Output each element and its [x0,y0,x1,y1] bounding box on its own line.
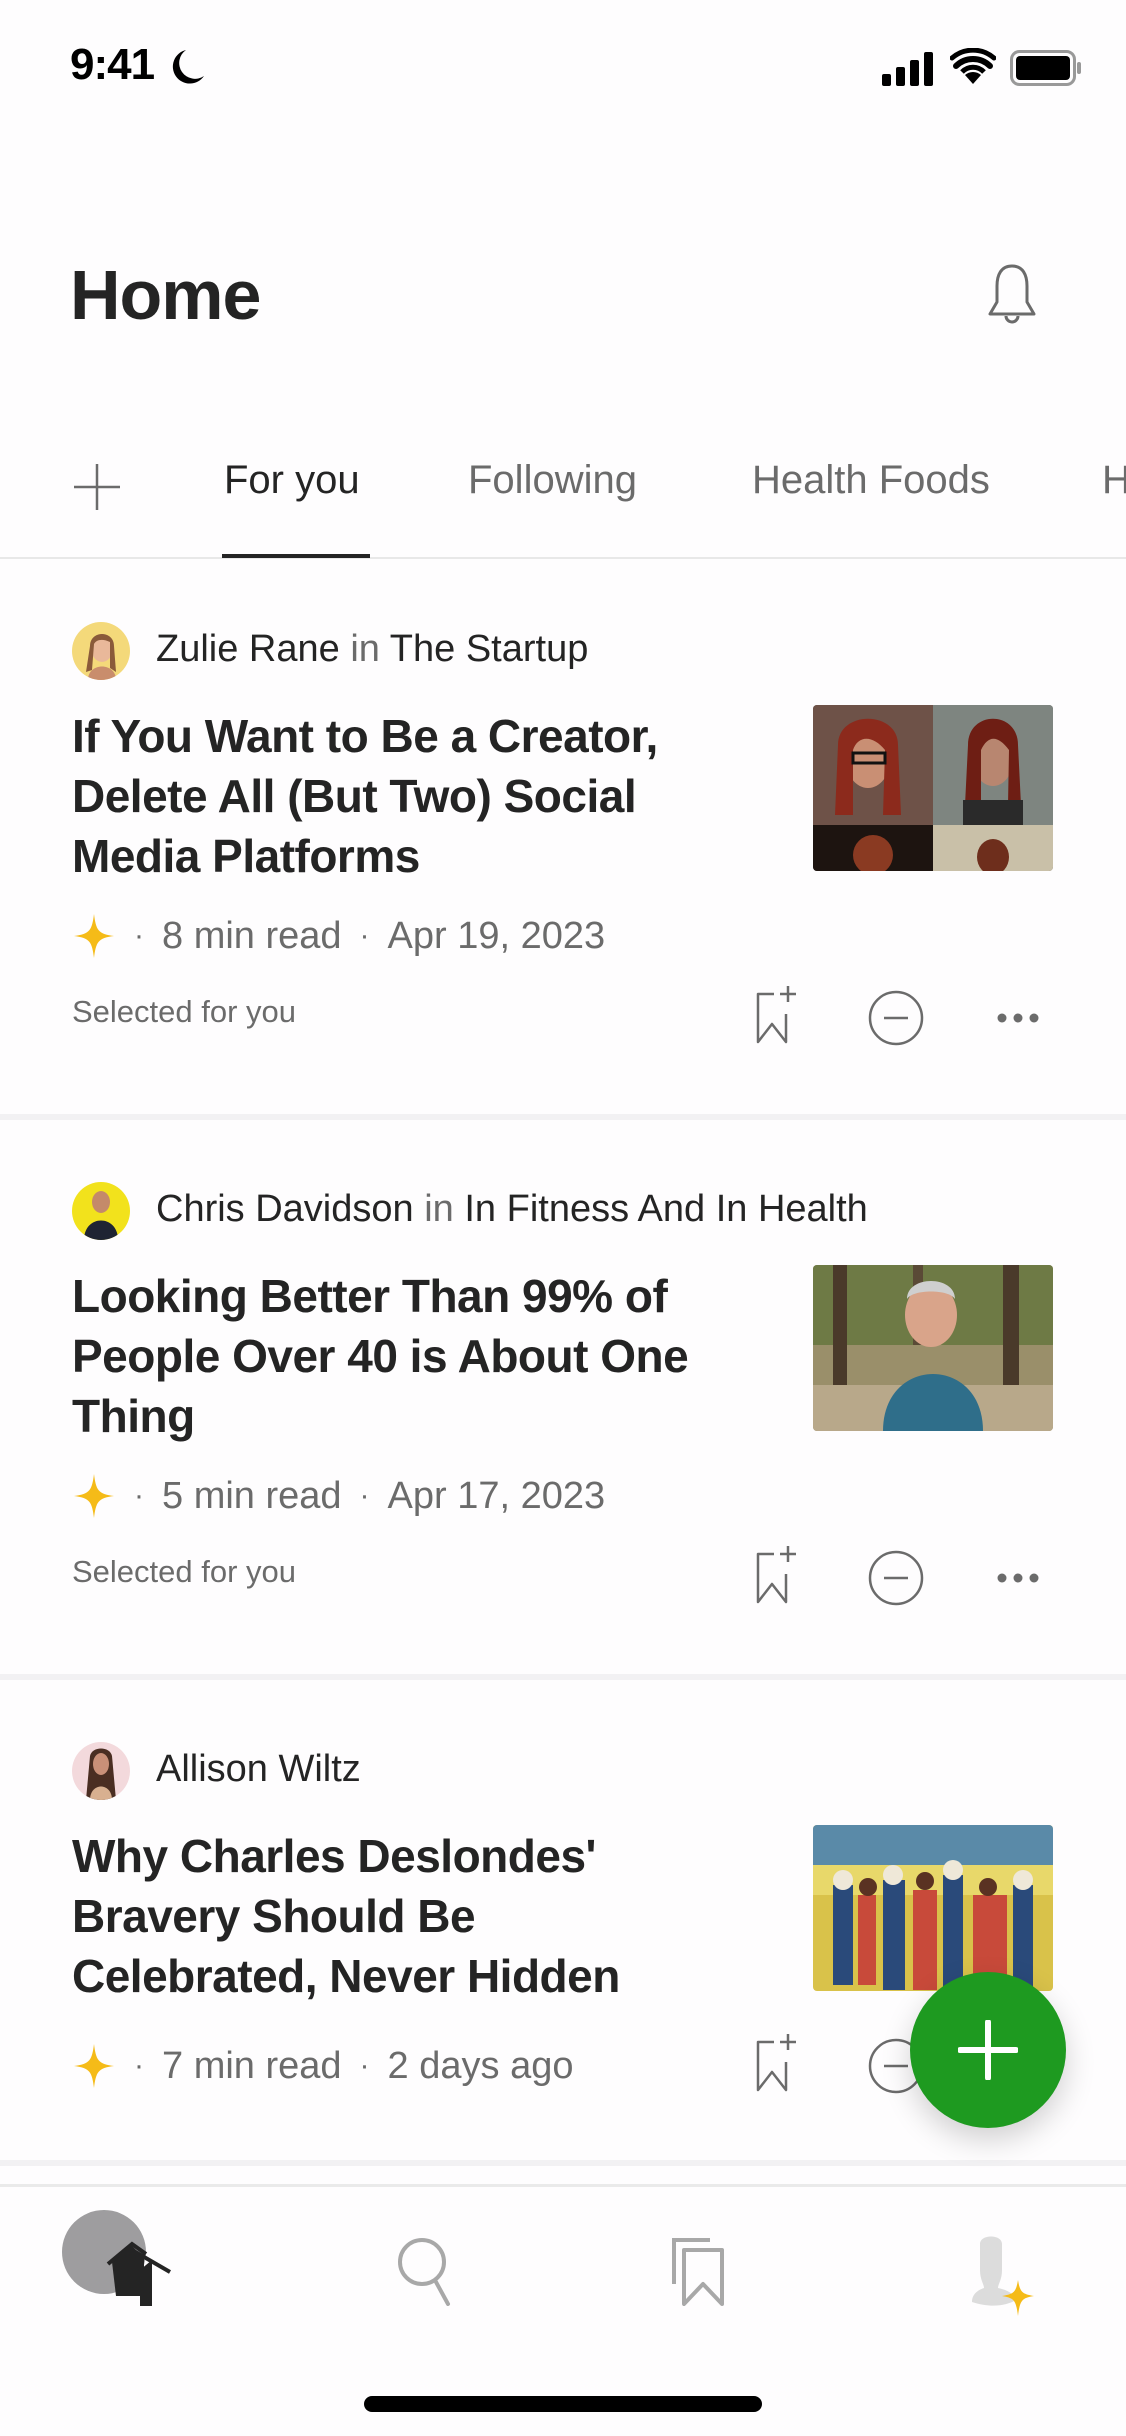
tab-overflow[interactable]: H [1102,458,1126,503]
more-options-icon[interactable] [990,1546,1046,1610]
active-tab-indicator [222,554,370,558]
meta-separator: · [134,919,144,952]
author-avatar[interactable] [72,1182,130,1240]
meta-separator: · [134,1479,144,1512]
write-story-button[interactable] [910,1972,1066,2128]
bell-icon[interactable] [984,262,1040,328]
home-icon[interactable] [60,2206,180,2306]
tab-following[interactable]: Following [468,458,637,503]
read-time: 7 min read [162,2044,342,2087]
article-thumbnail[interactable] [813,1825,1053,1991]
author-name[interactable]: Allison Wiltz [156,1748,361,1790]
article-byline: Allison Wiltz [156,1748,361,1791]
publication-name[interactable]: In Fitness And In Health [464,1188,867,1230]
article-byline: Chris Davidson in In Fitness And In Heal… [156,1188,868,1231]
page-title: Home [70,256,261,334]
publish-date: Apr 17, 2023 [387,1474,606,1517]
author-name[interactable]: Chris Davidson [156,1188,414,1230]
author-name[interactable]: Zulie Rane [156,628,340,670]
in-label: in [424,1188,454,1230]
read-time: 8 min read [162,914,342,957]
article-byline: Zulie Rane in The Startup [156,628,588,671]
publication-name[interactable]: The Startup [390,628,589,670]
more-options-icon[interactable] [990,986,1046,1050]
tabs-divider [0,557,1126,559]
selected-badge: Selected for you [72,994,297,1029]
article-thumbnail[interactable] [813,1265,1053,1431]
read-time: 5 min read [162,1474,342,1517]
article-title[interactable]: If You Want to Be a Creator, Delete All … [72,706,712,886]
bookmark-add-icon[interactable] [752,982,808,1046]
article-thumbnail[interactable] [813,705,1053,871]
add-topic-plus-icon[interactable] [72,462,122,512]
status-time: 9:41 [70,40,155,89]
search-icon[interactable] [392,2234,456,2306]
meta-separator: · [134,2049,144,2082]
show-less-icon[interactable] [868,1546,924,1610]
bookmark-add-icon[interactable] [752,2030,808,2094]
article-meta: · 5 min read · Apr 17, 2023 [72,1472,605,1520]
publish-date: 2 days ago [387,2044,574,2087]
member-star-icon [74,2044,114,2088]
moon-icon [172,50,204,84]
bookmarks-icon[interactable] [670,2236,726,2306]
publish-date: Apr 19, 2023 [387,914,606,957]
author-avatar[interactable] [72,622,130,680]
article-meta: · 8 min read · Apr 19, 2023 [72,912,605,960]
plus-icon [958,2020,1018,2080]
article-title[interactable]: Why Charles Deslondes' Bravery Should Be… [72,1826,712,2006]
meta-separator: · [359,919,370,952]
card-divider [0,2160,1126,2166]
show-less-icon[interactable] [868,986,924,1050]
member-star-icon [74,1474,114,1518]
wifi-icon [950,48,996,84]
in-label: in [350,628,380,670]
tab-for-you[interactable]: For you [224,458,360,503]
bottom-nav-divider [0,2184,1126,2187]
meta-separator: · [359,2049,370,2082]
author-avatar[interactable] [72,1742,130,1800]
article-meta: · 7 min read · 2 days ago [72,2042,573,2090]
home-indicator [364,2396,762,2412]
profile-icon[interactable] [950,2236,1050,2320]
selected-badge: Selected for you [72,1554,297,1589]
battery-icon [1010,50,1081,86]
tab-health-foods[interactable]: Health Foods [752,458,990,503]
bookmark-add-icon[interactable] [752,1542,808,1606]
member-star-icon [74,914,114,958]
cellular-signal-icon [882,52,933,86]
meta-separator: · [359,1479,370,1512]
article-title[interactable]: Looking Better Than 99% of People Over 4… [72,1266,712,1446]
